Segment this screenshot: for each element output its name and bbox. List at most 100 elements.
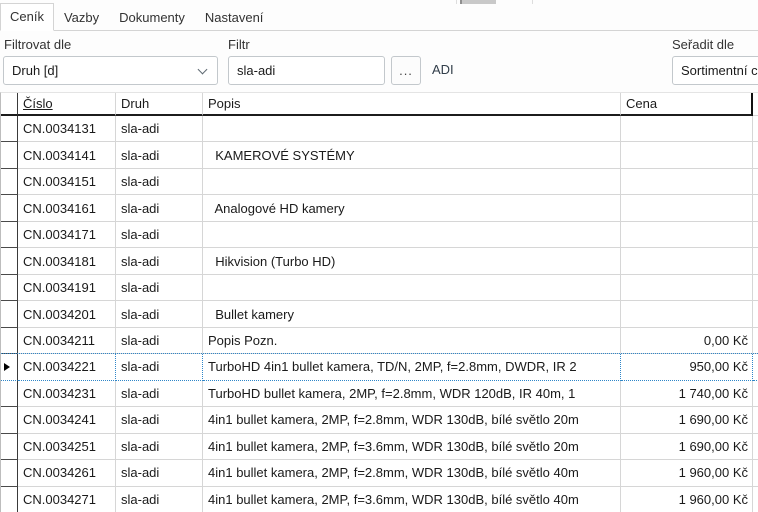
cell-druh[interactable]: sla-adi bbox=[116, 460, 203, 486]
cell-popis[interactable]: 4in1 bullet kamera, 2MP, f=3.6mm, WDR 13… bbox=[203, 434, 621, 460]
column-header-cena[interactable]: Cena bbox=[621, 93, 753, 116]
cell-druh[interactable]: sla-adi bbox=[116, 354, 203, 380]
table-row[interactable]: CN.0034251 sla-adi 4in1 bullet kamera, 2… bbox=[1, 434, 758, 460]
cell-popis[interactable] bbox=[203, 222, 621, 248]
cell-druh[interactable]: sla-adi bbox=[116, 222, 203, 248]
cell-cislo[interactable]: CN.0034181 bbox=[18, 248, 116, 274]
cell-druh[interactable]: sla-adi bbox=[116, 487, 203, 512]
row-selector-cell[interactable] bbox=[1, 328, 18, 354]
cell-cislo[interactable]: CN.0034261 bbox=[18, 460, 116, 486]
row-selector-cell[interactable] bbox=[1, 248, 18, 274]
cell-cislo[interactable]: CN.0034171 bbox=[18, 222, 116, 248]
cell-cena[interactable]: 1 960,00 Kč bbox=[621, 487, 753, 512]
cell-druh[interactable]: sla-adi bbox=[116, 407, 203, 433]
row-selector-cell[interactable] bbox=[1, 222, 18, 248]
cell-cislo[interactable]: CN.0034141 bbox=[18, 142, 116, 168]
cell-cislo[interactable]: CN.0034161 bbox=[18, 195, 116, 221]
row-selector-cell[interactable] bbox=[1, 434, 18, 460]
cell-cena[interactable] bbox=[621, 301, 753, 327]
table-row[interactable]: CN.0034211 sla-adi Popis Pozn. 0,00 Kč bbox=[1, 328, 758, 354]
table-row[interactable]: CN.0034161 sla-adi Analogové HD kamery bbox=[1, 195, 758, 221]
cell-popis[interactable]: KAMEROVÉ SYSTÉMY bbox=[203, 142, 621, 168]
table-row[interactable]: CN.0034151 sla-adi bbox=[1, 169, 758, 195]
row-selector-cell[interactable] bbox=[1, 169, 18, 195]
table-row[interactable]: CN.0034181 sla-adi Hikvision (Turbo HD) bbox=[1, 248, 758, 274]
cell-cislo[interactable]: CN.0034211 bbox=[18, 328, 116, 354]
cell-cena[interactable]: 1 690,00 Kč bbox=[621, 434, 753, 460]
cell-popis[interactable]: Bullet kamery bbox=[203, 301, 621, 327]
cell-cislo[interactable]: CN.0034251 bbox=[18, 434, 116, 460]
row-selector-cell[interactable] bbox=[1, 487, 18, 512]
cell-cislo[interactable]: CN.0034131 bbox=[18, 116, 116, 142]
table-row[interactable]: CN.0034131 sla-adi bbox=[1, 116, 758, 142]
cell-cena[interactable] bbox=[621, 222, 753, 248]
cell-popis[interactable]: 4in1 bullet kamera, 2MP, f=2.8mm, WDR 13… bbox=[203, 407, 621, 433]
cell-cena[interactable]: 1 960,00 Kč bbox=[621, 460, 753, 486]
cell-cena[interactable] bbox=[621, 275, 753, 301]
cell-cena[interactable]: 1 690,00 Kč bbox=[621, 407, 753, 433]
row-selector-cell[interactable] bbox=[1, 354, 18, 380]
tab-vazby[interactable]: Vazby bbox=[54, 5, 109, 30]
cell-druh[interactable]: sla-adi bbox=[116, 381, 203, 407]
table-row[interactable]: CN.0034201 sla-adi Bullet kamery bbox=[1, 301, 758, 327]
cell-popis[interactable]: Hikvision (Turbo HD) bbox=[203, 248, 621, 274]
cell-druh[interactable]: sla-adi bbox=[116, 169, 203, 195]
browse-button[interactable]: ... bbox=[391, 56, 421, 85]
row-selector-cell[interactable] bbox=[1, 381, 18, 407]
table-row[interactable]: CN.0034241 sla-adi 4in1 bullet kamera, 2… bbox=[1, 407, 758, 433]
cell-popis[interactable] bbox=[203, 275, 621, 301]
filter-by-select[interactable]: Druh [d] bbox=[3, 56, 218, 85]
cell-cislo[interactable]: CN.0034271 bbox=[18, 487, 116, 512]
row-selector-cell[interactable] bbox=[1, 195, 18, 221]
cell-cena[interactable] bbox=[621, 169, 753, 195]
table-row[interactable]: CN.0034221 sla-adi TurboHD 4in1 bullet k… bbox=[1, 354, 758, 380]
cell-druh[interactable]: sla-adi bbox=[116, 328, 203, 354]
cell-druh[interactable]: sla-adi bbox=[116, 116, 203, 142]
cell-druh[interactable]: sla-adi bbox=[116, 301, 203, 327]
cell-cislo[interactable]: CN.0034191 bbox=[18, 275, 116, 301]
cell-druh[interactable]: sla-adi bbox=[116, 142, 203, 168]
cell-popis[interactable]: 4in1 bullet kamera, 2MP, f=3.6mm, WDR 13… bbox=[203, 487, 621, 512]
table-row[interactable]: CN.0034231 sla-adi TurboHD bullet kamera… bbox=[1, 381, 758, 407]
cell-druh[interactable]: sla-adi bbox=[116, 275, 203, 301]
table-row[interactable]: CN.0034271 sla-adi 4in1 bullet kamera, 2… bbox=[1, 487, 758, 512]
cell-cena[interactable] bbox=[621, 142, 753, 168]
cell-cena[interactable] bbox=[621, 195, 753, 221]
cell-druh[interactable]: sla-adi bbox=[116, 195, 203, 221]
row-selector-cell[interactable] bbox=[1, 116, 18, 142]
tab-nastaveni[interactable]: Nastavení bbox=[195, 5, 274, 30]
cell-popis[interactable]: Popis Pozn. bbox=[203, 328, 621, 354]
cell-popis[interactable]: 4in1 bullet kamera, 2MP, f=2.8mm, WDR 13… bbox=[203, 460, 621, 486]
cell-popis[interactable]: Analogové HD kamery bbox=[203, 195, 621, 221]
row-selector-cell[interactable] bbox=[1, 275, 18, 301]
row-selector-cell[interactable] bbox=[1, 142, 18, 168]
cell-popis[interactable]: TurboHD 4in1 bullet kamera, TD/N, 2MP, f… bbox=[203, 354, 621, 380]
column-header-cislo[interactable]: Číslo bbox=[18, 93, 116, 116]
cell-cena[interactable]: 0,00 Kč bbox=[621, 328, 753, 354]
column-header-druh[interactable]: Druh bbox=[116, 93, 203, 116]
row-selector-cell[interactable] bbox=[1, 301, 18, 327]
cell-popis[interactable] bbox=[203, 116, 621, 142]
cell-cena[interactable] bbox=[621, 248, 753, 274]
cell-cislo[interactable]: CN.0034201 bbox=[18, 301, 116, 327]
cell-druh[interactable]: sla-adi bbox=[116, 434, 203, 460]
table-row[interactable]: CN.0034141 sla-adi KAMEROVÉ SYSTÉMY bbox=[1, 142, 758, 168]
table-row[interactable]: CN.0034261 sla-adi 4in1 bullet kamera, 2… bbox=[1, 460, 758, 486]
cell-cena[interactable]: 950,00 Kč bbox=[621, 354, 753, 380]
table-row[interactable]: CN.0034191 sla-adi bbox=[1, 275, 758, 301]
column-header-popis[interactable]: Popis bbox=[203, 93, 621, 116]
row-selector-cell[interactable] bbox=[1, 460, 18, 486]
tab-dokumenty[interactable]: Dokumenty bbox=[109, 5, 195, 30]
sort-by-select[interactable]: Sortimentní c bbox=[672, 56, 758, 85]
cell-cislo[interactable]: CN.0034241 bbox=[18, 407, 116, 433]
filter-input[interactable] bbox=[228, 56, 385, 85]
cell-cislo[interactable]: CN.0034151 bbox=[18, 169, 116, 195]
tab-cenik[interactable]: Ceník bbox=[0, 3, 54, 31]
cell-popis[interactable]: TurboHD bullet kamera, 2MP, f=2.8mm, WDR… bbox=[203, 381, 621, 407]
cell-cena[interactable] bbox=[621, 116, 753, 142]
table-row[interactable]: CN.0034171 sla-adi bbox=[1, 222, 758, 248]
cell-cislo[interactable]: CN.0034231 bbox=[18, 381, 116, 407]
cell-druh[interactable]: sla-adi bbox=[116, 248, 203, 274]
row-selector-cell[interactable] bbox=[1, 407, 18, 433]
cell-popis[interactable] bbox=[203, 169, 621, 195]
